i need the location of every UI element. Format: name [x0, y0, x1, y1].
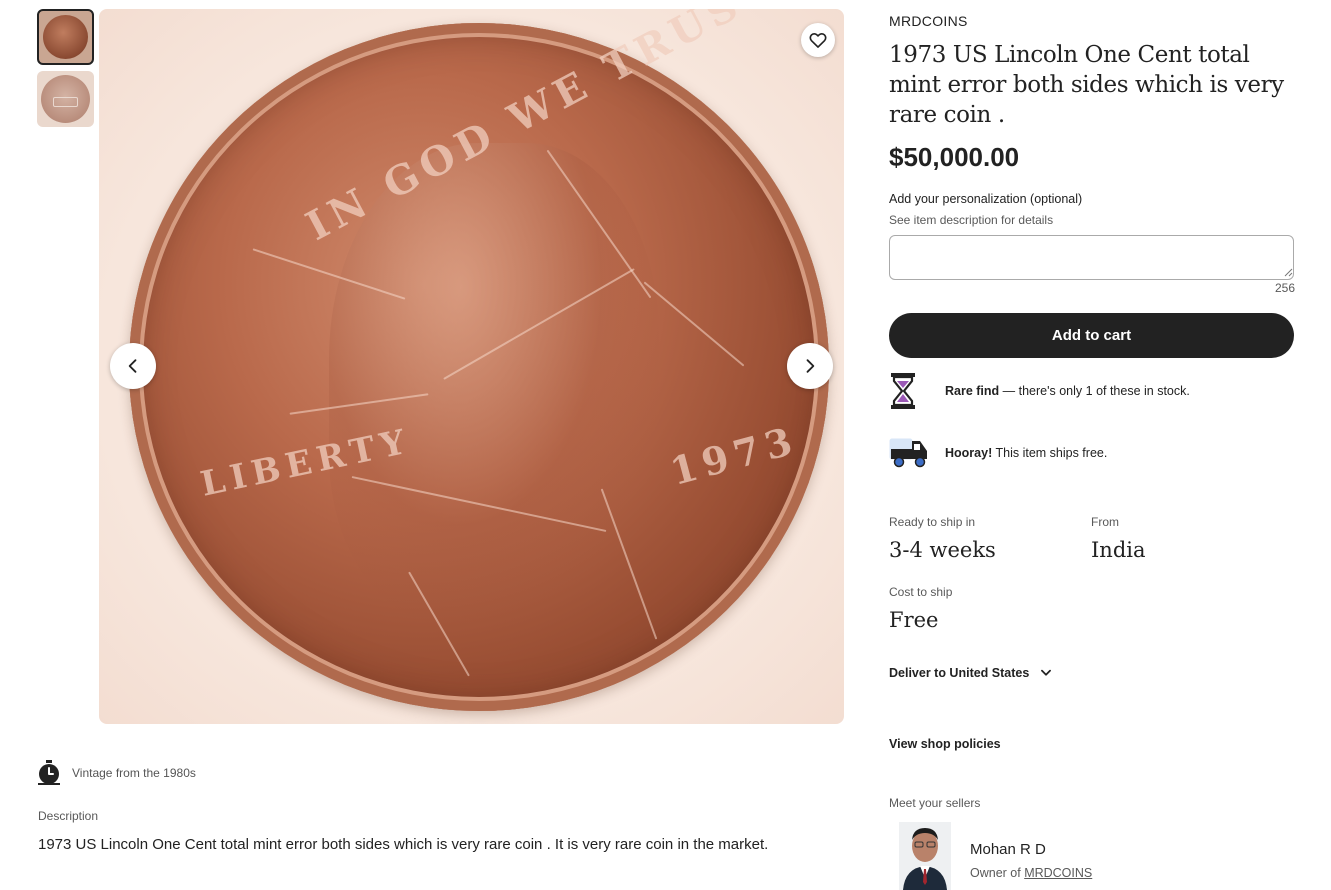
personalization-input[interactable]: [889, 235, 1294, 280]
deliver-to-text: Deliver to United States: [889, 666, 1030, 680]
seller-avatar[interactable]: [899, 822, 951, 890]
rare-find-info: Rare find — there's only 1 of these in s…: [889, 372, 1190, 410]
rare-find-text: Rare find — there's only 1 of these in s…: [945, 384, 1190, 398]
free-shipping-info: Hooray! This item ships free.: [889, 436, 1107, 470]
hourglass-icon: [891, 373, 915, 409]
vintage-text: Vintage from the 1980s: [72, 766, 196, 780]
delivery-truck-icon: [889, 438, 927, 468]
thumbnail-list: [37, 9, 94, 133]
owner-shop-link[interactable]: MRDCOINS: [1024, 866, 1092, 880]
ships-from-label: From: [1091, 515, 1119, 529]
next-image-button[interactable]: [787, 343, 833, 389]
personalization-label: Add your personalization (optional): [889, 192, 1083, 206]
thumbnail-reverse[interactable]: [37, 71, 94, 127]
heart-icon: [809, 32, 827, 48]
ready-to-ship-label: Ready to ship in: [889, 515, 976, 529]
favorite-button[interactable]: [801, 23, 835, 57]
listing-title: 1973 US Lincoln One Cent total mint erro…: [889, 42, 1284, 128]
price: $50,000.00: [889, 142, 1020, 172]
free-shipping-text: Hooray! This item ships free.: [945, 446, 1108, 460]
ships-from-value: India: [1091, 538, 1146, 562]
resize-grip-icon[interactable]: [1284, 268, 1293, 277]
cost-to-ship-value: Free: [889, 608, 939, 632]
description-text: 1973 US Lincoln One Cent total mint erro…: [38, 836, 769, 853]
coin-date: 1973: [665, 416, 803, 495]
chevron-right-icon: [806, 359, 815, 373]
thumbnail-obverse[interactable]: [37, 9, 94, 65]
thumbnail-reverse-image: [41, 75, 90, 123]
character-count: 256: [1274, 281, 1295, 295]
chevron-left-icon: [128, 359, 137, 373]
deliver-to-selector[interactable]: Deliver to United States: [889, 666, 1053, 680]
chevron-down-icon: [1041, 669, 1052, 676]
cost-to-ship-label: Cost to ship: [889, 585, 953, 599]
previous-image-button[interactable]: [110, 343, 156, 389]
meet-sellers-label: Meet your sellers: [889, 796, 981, 810]
coin-image: IN GOD WE TRUST LIBERTY 1973: [129, 9, 829, 711]
vintage-info: Vintage from the 1980s: [37, 760, 196, 786]
description-label: Description: [38, 809, 99, 823]
shop-name[interactable]: MRDCOINS: [889, 13, 968, 29]
seller-owner-line: Owner of MRDCOINS: [970, 866, 1093, 880]
main-product-image: IN GOD WE TRUST LIBERTY 1973: [99, 9, 844, 724]
ready-to-ship-value: 3-4 weeks: [889, 538, 996, 562]
view-shop-policies-link[interactable]: View shop policies: [889, 737, 1001, 751]
stopwatch-icon: [38, 760, 60, 785]
thumbnail-obverse-image: [43, 15, 88, 59]
seller-name: Mohan R D: [970, 841, 1046, 858]
personalization-help: See item description for details: [889, 213, 1054, 227]
add-to-cart-button[interactable]: Add to cart: [889, 313, 1294, 358]
